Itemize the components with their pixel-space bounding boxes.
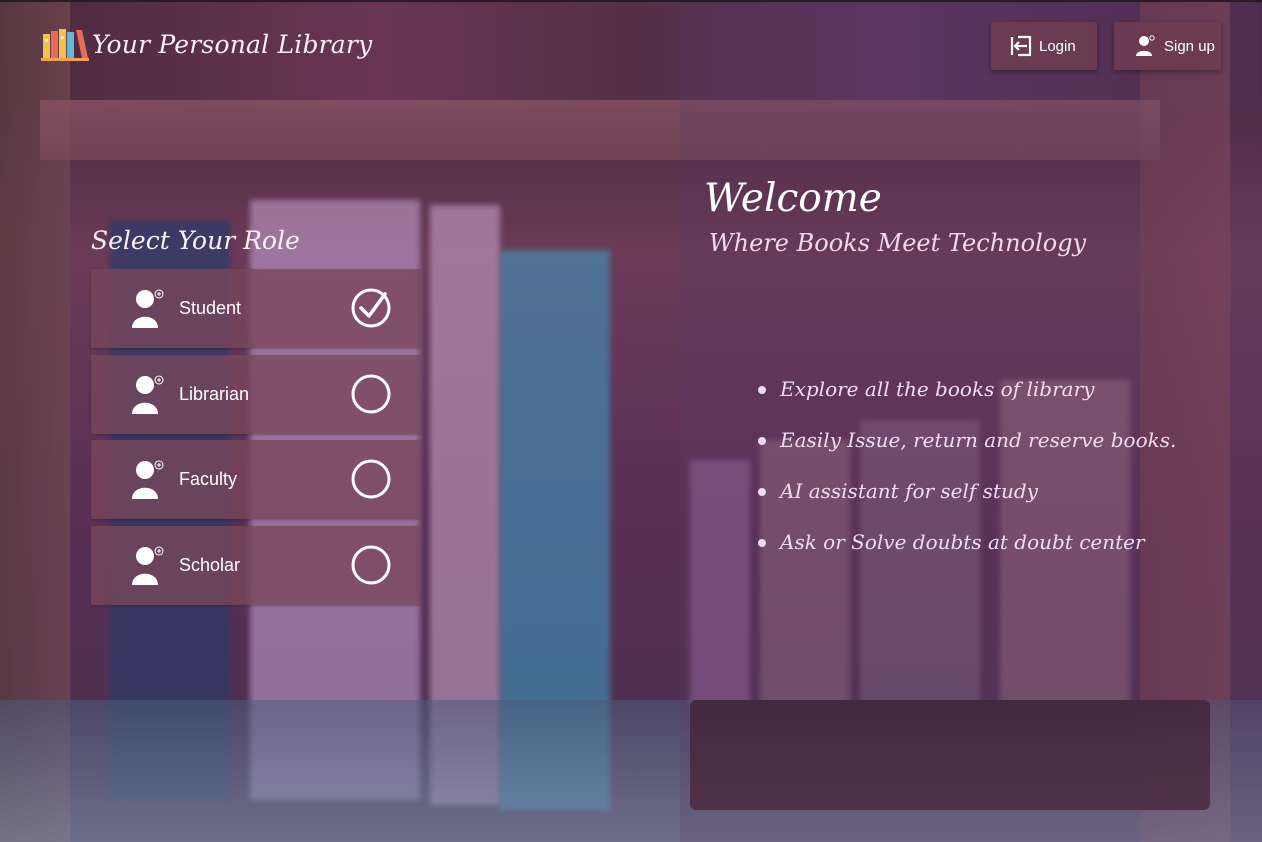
user-add-icon — [131, 546, 167, 586]
signup-label: Sign up — [1164, 37, 1215, 55]
brand-title: Your Personal Library — [92, 29, 373, 59]
radio-empty-icon[interactable] — [351, 374, 391, 414]
top-border — [0, 0, 1262, 2]
role-option-faculty[interactable]: Faculty — [91, 440, 420, 519]
role-option-student[interactable]: Student — [91, 269, 420, 348]
role-option-librarian[interactable]: Librarian — [91, 355, 420, 434]
feature-list: Explore all the books of library Easily … — [758, 372, 1176, 576]
radio-empty-icon[interactable] — [351, 545, 391, 585]
role-label: Faculty — [179, 469, 238, 489]
feature-item: AI assistant for self study — [758, 474, 1176, 525]
user-add-icon — [131, 375, 167, 415]
feature-item: Ask or Solve doubts at doubt center — [758, 525, 1176, 576]
brand[interactable]: Your Personal Library — [40, 26, 372, 62]
login-button[interactable]: Login — [991, 22, 1097, 70]
role-label: Scholar — [179, 555, 241, 575]
welcome-title: Welcome — [704, 176, 882, 221]
login-page: Your Personal Library Login Sign up Sele… — [0, 0, 1262, 842]
welcome-tagline: Where Books Meet Technology — [709, 229, 1087, 257]
books-logo-icon — [40, 26, 90, 62]
role-option-scholar[interactable]: Scholar — [91, 526, 420, 605]
login-label: Login — [1039, 37, 1076, 55]
radio-empty-icon[interactable] — [351, 459, 391, 499]
feature-item: Easily Issue, return and reserve books. — [758, 423, 1176, 474]
signup-button[interactable]: Sign up — [1114, 22, 1221, 70]
role-label: Student — [179, 298, 242, 318]
role-heading: Select Your Role — [91, 226, 300, 255]
user-add-icon — [131, 289, 167, 329]
add-user-icon — [1134, 34, 1158, 58]
feature-item: Explore all the books of library — [758, 372, 1176, 423]
login-icon — [1009, 34, 1033, 58]
role-label: Librarian — [179, 384, 250, 404]
user-add-icon — [131, 460, 167, 500]
check-circle-icon[interactable] — [351, 288, 391, 328]
